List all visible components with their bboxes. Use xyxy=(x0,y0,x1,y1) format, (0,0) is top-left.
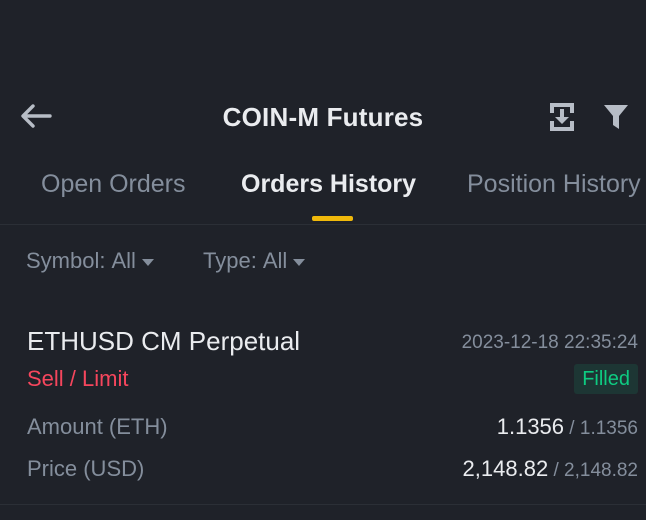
symbol-filter[interactable]: Symbol: All xyxy=(26,248,154,274)
symbol-filter-label: Symbol: xyxy=(26,248,106,273)
export-button[interactable] xyxy=(546,100,578,134)
filter-button[interactable] xyxy=(600,100,632,134)
order-symbol: ETHUSD CM Perpetual xyxy=(27,326,301,356)
type-filter-label: Type: xyxy=(203,248,257,273)
type-filter[interactable]: Type: All xyxy=(203,248,306,274)
header: COIN-M Futures xyxy=(0,92,646,142)
amount-value: 1.1356 / 1.1356 xyxy=(497,414,638,440)
amount-separator: / xyxy=(564,418,580,439)
order-time: 2023-12-18 22:35:24 xyxy=(461,332,638,353)
tab-orders-history[interactable]: Orders History xyxy=(241,170,416,199)
status-badge: Filled xyxy=(574,364,638,394)
export-icon xyxy=(550,103,574,131)
funnel-icon xyxy=(604,105,628,129)
tab-bar: Open Orders Orders History Position Hist… xyxy=(0,160,646,225)
price-separator: / xyxy=(548,460,565,481)
filter-bar: Symbol: All Type: All xyxy=(0,240,646,284)
amount-total: 1.1356 xyxy=(579,418,638,439)
price-order: 2,148.82 xyxy=(564,460,638,481)
amount-filled: 1.1356 xyxy=(496,414,565,439)
order-side: Sell / Limit xyxy=(27,366,129,391)
caret-down-icon xyxy=(293,258,306,266)
tab-open-orders[interactable]: Open Orders xyxy=(41,170,186,199)
symbol-filter-value: All xyxy=(111,248,136,273)
price-avg: 2,148.82 xyxy=(462,456,549,481)
type-filter-value: All xyxy=(262,248,288,273)
order-card[interactable]: ETHUSD CM Perpetual 2023-12-18 22:35:24 … xyxy=(0,318,646,505)
orders-history-screen: COIN-M Futures Open Orders Orders Histor… xyxy=(0,0,646,520)
amount-label: Amount (ETH) xyxy=(27,414,168,439)
caret-down-icon xyxy=(141,258,154,266)
price-value: 2,148.82 / 2,148.82 xyxy=(463,456,638,482)
price-label: Price (USD) xyxy=(27,456,145,481)
tab-position-history[interactable]: Position History xyxy=(467,170,641,199)
active-tab-indicator xyxy=(312,216,353,221)
